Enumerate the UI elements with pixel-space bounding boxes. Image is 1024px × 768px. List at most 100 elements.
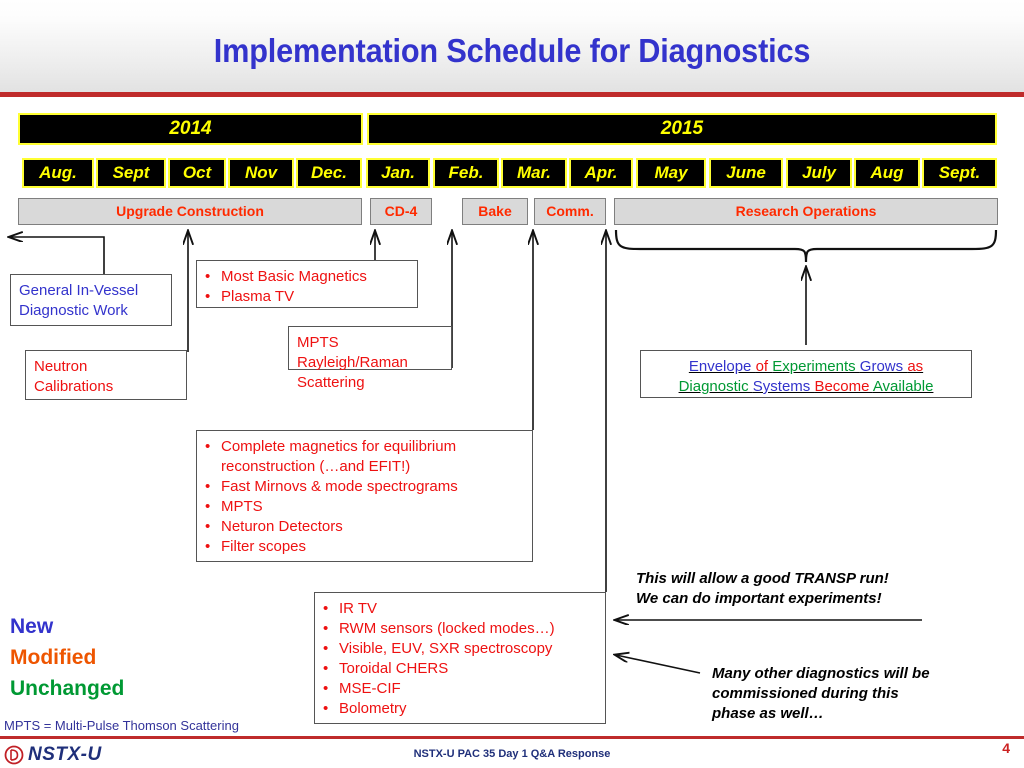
month-cell: Aug — [854, 158, 920, 188]
callout-line: Neutron — [34, 358, 88, 375]
callout-basic-magnetics: • Most Basic Magnetics • Plasma TV — [196, 260, 418, 308]
month-cell: Sept. — [922, 158, 997, 188]
envelope-word: Envelope — [688, 358, 756, 375]
bullet-marker: • — [323, 640, 329, 657]
month-cell: Oct — [168, 158, 226, 188]
envelope-word: Diagnostic — [678, 378, 753, 395]
callout-ir-tv-list: • IR TV • RWM sensors (locked modes…) • Visib… — [314, 592, 606, 724]
year-bar: 2015 — [367, 113, 997, 145]
callout-line: MPTS — [297, 334, 339, 351]
annotation-line: We can do important experiments! — [636, 590, 882, 607]
bullet-item: • Fast Mirnovs & mode spectrograms — [205, 477, 524, 497]
annotation-line: Many other diagnostics will be — [712, 665, 930, 682]
bullet-text: Most Basic Magnetics — [221, 268, 367, 285]
month-cell: Apr. — [569, 158, 633, 188]
month-cell: May — [636, 158, 706, 188]
bullet-item: • Plasma TV — [205, 287, 409, 307]
bullet-item: • Visible, EUV, SXR spectroscopy — [323, 639, 597, 659]
callout-general-in-vessel: General In-Vessel Diagnostic Work — [10, 274, 172, 326]
bullet-marker: • — [205, 498, 211, 515]
legend-footnote: MPTS = Multi-Pulse Thomson Scattering — [4, 718, 239, 733]
legend-unchanged: Unchanged — [10, 677, 125, 700]
envelope-word: Grows — [859, 358, 908, 375]
annotation-line: commissioned during this — [712, 685, 899, 702]
bullet-item: • Most Basic Magnetics — [205, 267, 409, 287]
month-cell: Feb. — [433, 158, 499, 188]
bullet-item: • Filter scopes — [205, 537, 524, 557]
bullet-text: Filter scopes — [221, 538, 307, 555]
phase-bar: CD-4 — [370, 198, 432, 225]
legend-new: New — [10, 615, 54, 638]
bullet-marker: • — [323, 680, 329, 697]
bullet-text: Neturon Detectors — [221, 518, 343, 535]
bullet-marker: • — [323, 660, 329, 677]
year-bar: 2014 — [18, 113, 363, 145]
bullet-text: Bolometry — [339, 700, 407, 717]
month-cell: Mar. — [501, 158, 567, 188]
callout-line: Rayleigh/Raman — [297, 354, 408, 371]
bullet-item: • Toroidal CHERS — [323, 659, 597, 679]
phase-bar: Bake — [462, 198, 528, 225]
callout-line: Diagnostic Work — [19, 302, 128, 319]
month-cell: July — [786, 158, 852, 188]
bullet-text: Toroidal CHERS — [339, 660, 449, 677]
bullet-text: Fast Mirnovs & mode spectrograms — [221, 478, 458, 495]
month-cell: Sept — [96, 158, 166, 188]
envelope-word: of — [755, 358, 773, 375]
bullet-marker: • — [205, 288, 211, 305]
legend-modified: Modified — [10, 646, 97, 669]
page-number: 4 — [1002, 740, 1010, 756]
phase-bar: Research Operations — [614, 198, 998, 225]
callout-neutron-calibrations: Neutron Calibrations — [25, 350, 187, 400]
annotation-line: phase as well… — [712, 705, 824, 722]
callout-complete-magnetics: • Complete magnetics for equilibrium reco… — [196, 430, 533, 562]
bullet-item: • RWM sensors (locked modes…) — [323, 619, 597, 639]
envelope-word: Become — [814, 378, 873, 395]
phase-bar: Upgrade Construction — [18, 198, 362, 225]
page-title: Implementation Schedule for Diagnostics — [213, 32, 811, 69]
header-divider-highlight — [0, 97, 1024, 99]
bullet-text: MSE-CIF — [339, 680, 401, 697]
bullet-text: RWM sensors (locked modes…) — [339, 620, 555, 637]
envelope-word: as — [907, 358, 924, 375]
bullet-text: Complete magnetics for equilibrium recon… — [221, 438, 457, 475]
bullet-marker: • — [323, 600, 329, 617]
bullet-text: Plasma TV — [221, 288, 295, 305]
month-cell: Dec. — [296, 158, 362, 188]
bullet-item: • Complete magnetics for equilibrium reco… — [205, 437, 524, 477]
phase-bar: Comm. — [534, 198, 606, 225]
callout-line: Scattering — [297, 374, 365, 391]
bullet-marker: • — [205, 478, 211, 495]
bullet-marker: • — [323, 700, 329, 717]
bullet-marker: • — [205, 538, 211, 555]
envelope-line-2: Diagnostic Systems Become Available — [649, 377, 963, 397]
bullet-item: • MSE-CIF — [323, 679, 597, 699]
envelope-word: Available — [872, 378, 934, 395]
bullet-text: Visible, EUV, SXR spectroscopy — [339, 640, 553, 657]
bullet-text: IR TV — [339, 600, 378, 617]
envelope-word: Experiments — [772, 358, 860, 375]
callout-line: General In-Vessel — [19, 282, 139, 299]
envelope-word: Systems — [752, 378, 815, 395]
annotation-transp: This will allow a good TRANSP run! We ca… — [636, 569, 966, 609]
bullet-item: • Bolometry — [323, 699, 597, 719]
callout-line: Calibrations — [34, 378, 114, 395]
month-cell: Jan. — [366, 158, 430, 188]
envelope-line-1: Envelope of Experiments Grows as — [649, 357, 963, 377]
bullet-marker: • — [205, 268, 211, 285]
bullet-text: MPTS — [221, 498, 263, 515]
bullet-item: • MPTS — [205, 497, 524, 517]
slide: Implementation Schedule for Diagnostics … — [0, 0, 1024, 768]
annotation-line: This will allow a good TRANSP run! — [636, 570, 889, 587]
bullet-marker: • — [323, 620, 329, 637]
bullet-item: • Neturon Detectors — [205, 517, 524, 537]
callout-envelope: Envelope of Experiments Grows as Diagnos… — [640, 350, 972, 398]
bullet-marker: • — [205, 518, 211, 535]
month-cell: June — [709, 158, 783, 188]
bullet-marker: • — [205, 438, 211, 455]
bullet-item: • IR TV — [323, 599, 597, 619]
month-cell: Aug. — [22, 158, 94, 188]
annotation-many-other: Many other diagnostics will be commissio… — [712, 664, 1002, 724]
month-cell: Nov — [228, 158, 294, 188]
callout-mpts-rayleigh: MPTS Rayleigh/Raman Scattering — [288, 326, 452, 391]
